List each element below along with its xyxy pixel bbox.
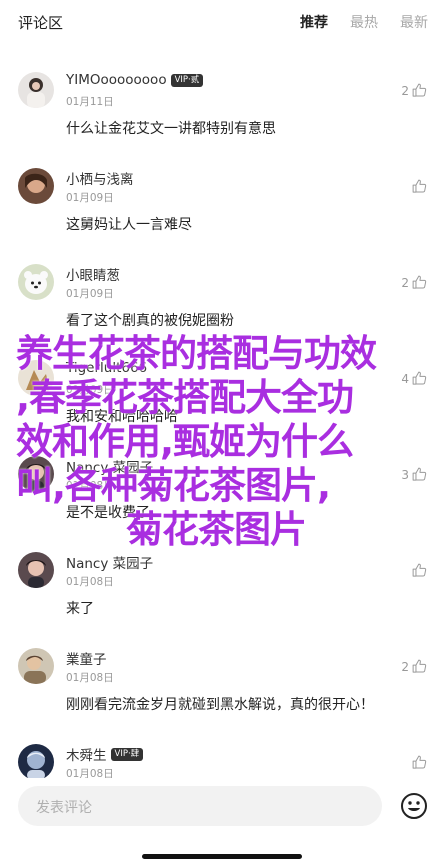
thumbs-up-icon — [412, 467, 427, 481]
vip-badge: VIP·肆 — [110, 747, 144, 761]
sort-tabs: 推荐 最热 最新 — [300, 12, 428, 32]
like-button[interactable]: 2 — [401, 82, 428, 99]
comment-text: 是不是收费了 — [66, 505, 150, 521]
comment-text: 看了这个剧真的被倪妮圈粉 — [66, 313, 234, 329]
avatar[interactable] — [18, 456, 54, 492]
comment-date: 01月08日 — [66, 480, 114, 492]
like-count: 2 — [401, 275, 409, 290]
comment-item: 業童子 01月08日 刚刚看完流金岁月就碰到黑水解说，真的很开心！ 2 — [0, 634, 446, 726]
comment-item: YIMOoooooooo VIP·贰 01月11日 什么让金花艾文一讲都特别有意… — [0, 58, 446, 150]
thumbs-up-icon — [412, 83, 427, 97]
comment-header: Tigerlult666 — [66, 360, 147, 376]
comment-header: YIMOoooooooo VIP·贰 — [66, 72, 204, 88]
like-button[interactable] — [409, 754, 428, 771]
like-count: 2 — [401, 659, 409, 674]
comment-header: 業童子 — [66, 648, 107, 668]
comment-item: 小栖与浅离 01月09日 这舅妈让人一言难尽 — [0, 154, 446, 246]
tab-newest[interactable]: 最新 — [400, 12, 428, 32]
username[interactable]: 小栖与浅离 — [66, 168, 134, 188]
like-count: 2 — [401, 83, 409, 98]
avatar[interactable] — [18, 744, 54, 780]
like-button[interactable] — [409, 562, 428, 579]
like-button[interactable] — [409, 178, 428, 195]
vip-badge: VIP·贰 — [170, 73, 204, 87]
comment-composer: 发表评论 — [0, 778, 446, 868]
comment-date: 01月09日 — [66, 192, 114, 204]
avatar[interactable] — [18, 360, 54, 396]
username[interactable]: 木舜生 — [66, 744, 107, 764]
comment-date: 01月11日 — [66, 96, 114, 108]
username[interactable]: 業童子 — [66, 648, 107, 668]
comment-item: Nancy 菜园子 01月08日 是不是收费了 3 — [0, 442, 446, 534]
avatar[interactable] — [18, 168, 54, 204]
comment-text: 这舅妈让人一言难尽 — [66, 217, 192, 233]
comment-input[interactable]: 发表评论 — [18, 786, 382, 826]
header: 评论区 推荐 最热 最新 — [0, 0, 446, 44]
thumbs-up-icon — [412, 659, 427, 673]
username[interactable]: 小眼睛葱 — [66, 264, 120, 284]
comment-header: 木舜生 VIP·肆 — [66, 744, 144, 764]
username[interactable]: YIMOoooooooo — [66, 72, 167, 88]
avatar[interactable] — [18, 552, 54, 588]
tab-recommended[interactable]: 推荐 — [300, 12, 328, 32]
emoji-icon[interactable] — [400, 792, 428, 820]
home-indicator — [142, 854, 302, 859]
comment-header: Nancy 菜园子 — [66, 456, 153, 476]
avatar[interactable] — [18, 264, 54, 300]
like-button[interactable]: 4 — [401, 370, 428, 387]
username[interactable]: Nancy 菜园子 — [66, 456, 153, 476]
thumbs-up-icon — [412, 563, 427, 577]
comment-text: 我和安和哈哈哈哈 — [66, 409, 178, 425]
like-button[interactable]: 3 — [401, 466, 428, 483]
avatar[interactable] — [18, 72, 54, 108]
comment-header: 小栖与浅离 — [66, 168, 134, 188]
comment-input-placeholder: 发表评论 — [36, 800, 92, 816]
tab-hottest[interactable]: 最热 — [350, 12, 378, 32]
thumbs-up-icon — [412, 275, 427, 289]
like-count: 4 — [401, 371, 409, 386]
page-title: 评论区 — [18, 14, 64, 32]
comment-item: 小眼睛葱 01月09日 看了这个剧真的被倪妮圈粉 2 — [0, 250, 446, 342]
comment-text: 刚刚看完流金岁月就碰到黑水解说，真的很开心！ — [66, 697, 374, 713]
username[interactable]: Nancy 菜园子 — [66, 552, 153, 572]
thumbs-up-icon — [412, 371, 427, 385]
like-button[interactable]: 2 — [401, 658, 428, 675]
comment-date: 01月08日 — [66, 576, 114, 588]
thumbs-up-icon — [412, 755, 427, 769]
comment-header: Nancy 菜园子 — [66, 552, 153, 572]
like-button[interactable]: 2 — [401, 274, 428, 291]
comment-date: 01月08日 — [66, 672, 114, 684]
username[interactable]: Tigerlult666 — [66, 360, 147, 376]
like-count: 3 — [401, 467, 409, 482]
thumbs-up-icon — [412, 179, 427, 193]
comment-date: 01月09日 — [66, 288, 114, 300]
comment-item: Nancy 菜园子 01月08日 来了 — [0, 538, 446, 630]
comment-item: Tigerlult666 01月09日 我和安和哈哈哈哈 4 — [0, 346, 446, 438]
comment-date: 01月09日 — [66, 384, 114, 396]
comment-text: 来了 — [66, 601, 94, 617]
comment-text: 什么让金花艾文一讲都特别有意思 — [66, 121, 276, 137]
comment-header: 小眼睛葱 — [66, 264, 120, 284]
avatar[interactable] — [18, 648, 54, 684]
